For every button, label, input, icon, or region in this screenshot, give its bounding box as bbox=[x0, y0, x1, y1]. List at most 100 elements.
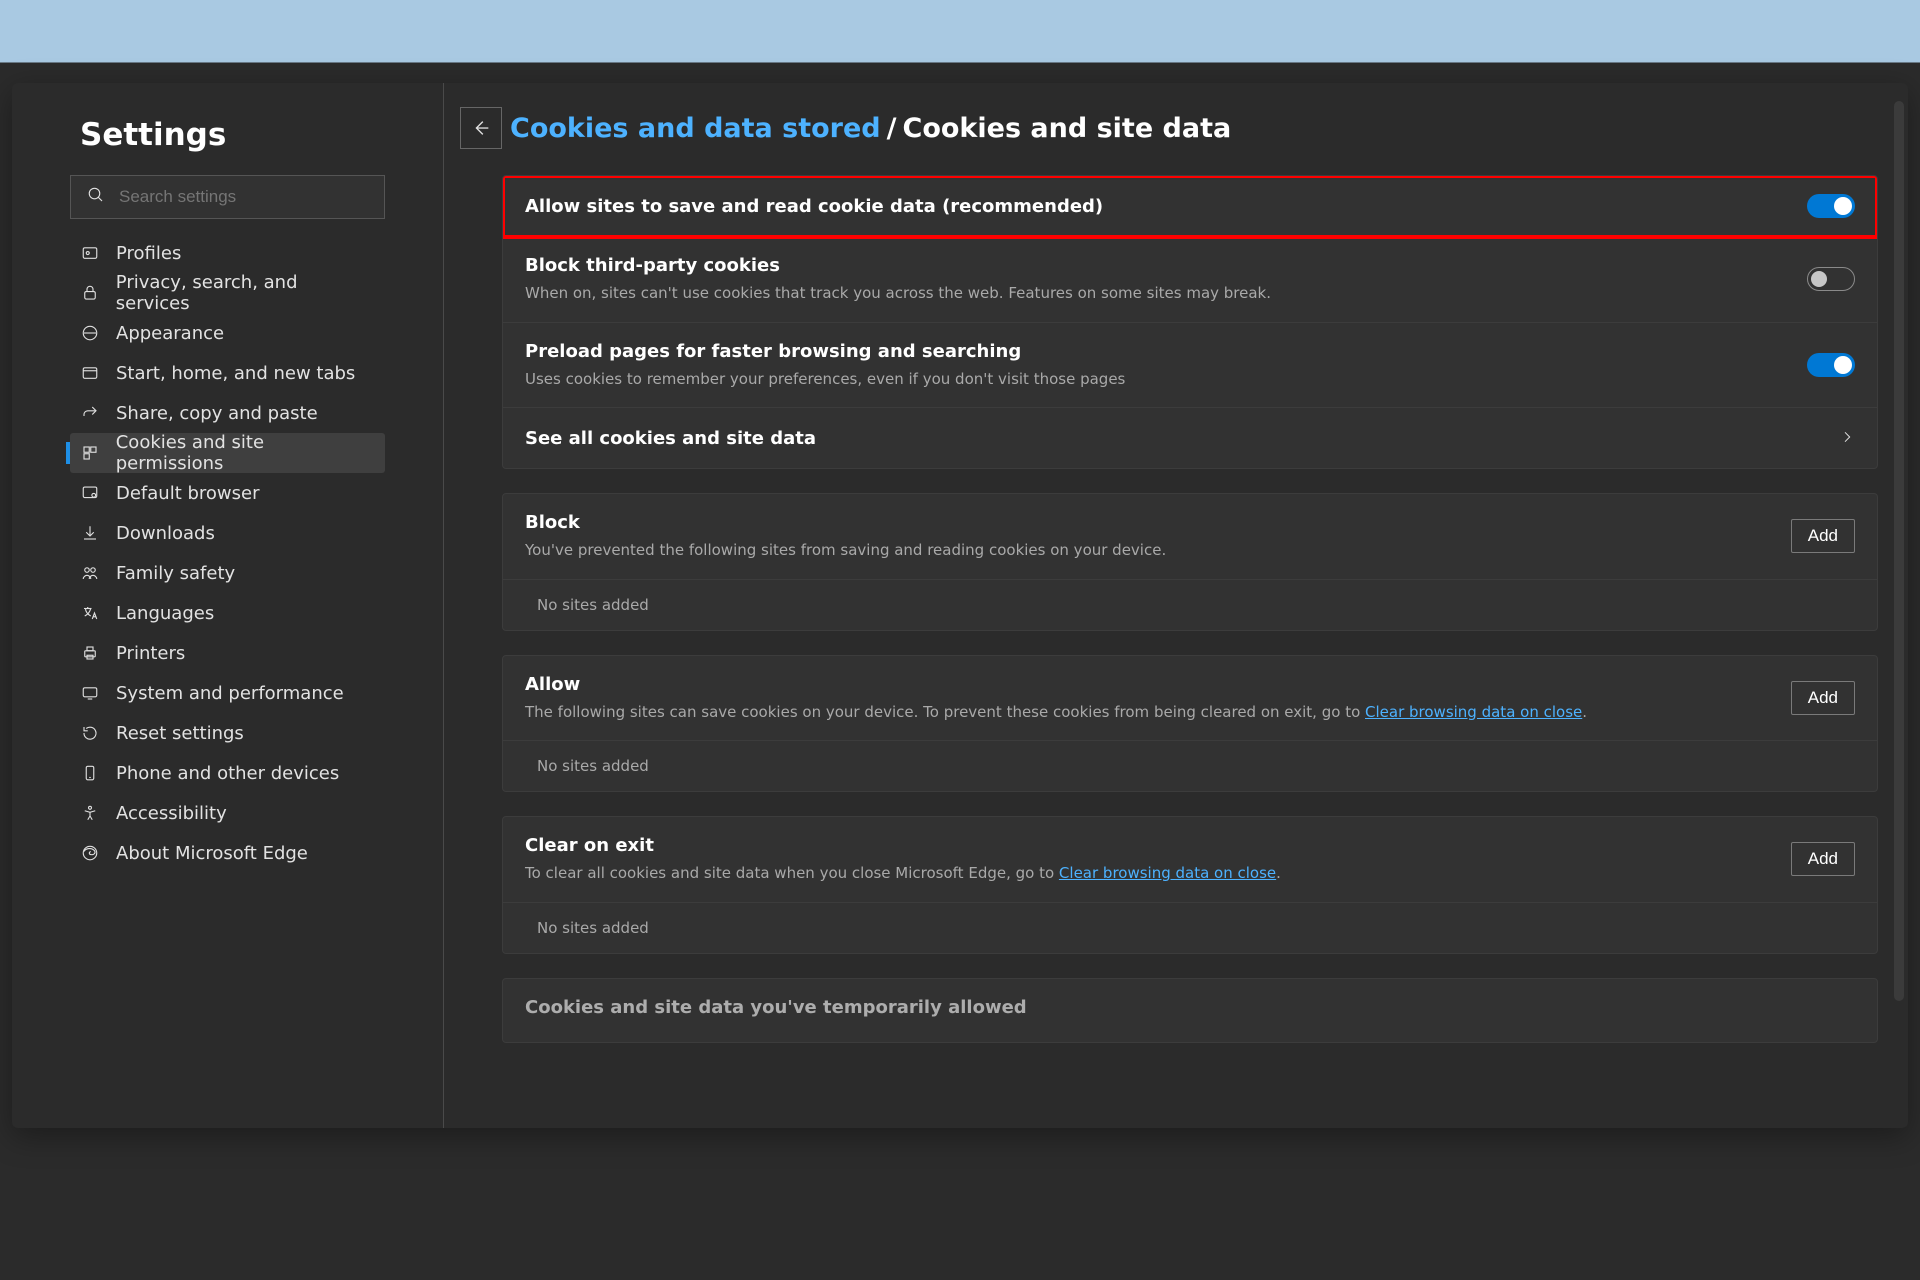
sidebar-item-appearance[interactable]: Appearance bbox=[70, 313, 385, 353]
allow-section: Allow The following sites can save cooki… bbox=[502, 655, 1878, 793]
sidebar-item-label: Cookies and site permissions bbox=[116, 432, 375, 474]
clear-desc-post: . bbox=[1276, 864, 1281, 882]
preload-row: Preload pages for faster browsing and se… bbox=[503, 323, 1877, 409]
sidebar-nav: Profiles Privacy, search, and services A… bbox=[70, 233, 385, 873]
sidebar-item-printers[interactable]: Printers bbox=[70, 633, 385, 673]
accessibility-icon bbox=[76, 804, 104, 822]
clear-desc-pre: To clear all cookies and site data when … bbox=[525, 864, 1059, 882]
cookies-icon bbox=[76, 444, 104, 462]
back-button[interactable] bbox=[460, 107, 502, 149]
tabs-icon bbox=[76, 364, 104, 382]
clear-add-button[interactable]: Add bbox=[1791, 842, 1855, 876]
block-third-desc: When on, sites can't use cookies that tr… bbox=[525, 284, 1807, 304]
see-all-cookies-row[interactable]: See all cookies and site data bbox=[503, 408, 1877, 468]
sidebar-item-share[interactable]: Share, copy and paste bbox=[70, 393, 385, 433]
sidebar-item-phone[interactable]: Phone and other devices bbox=[70, 753, 385, 793]
sidebar-item-label: Profiles bbox=[116, 243, 181, 264]
sidebar-item-profiles[interactable]: Profiles bbox=[70, 233, 385, 273]
sidebar-item-label: Languages bbox=[116, 603, 214, 624]
allow-cookies-title: Allow sites to save and read cookie data… bbox=[525, 196, 1807, 217]
download-icon bbox=[76, 524, 104, 542]
allow-empty: No sites added bbox=[503, 741, 1877, 791]
allow-cookies-toggle[interactable] bbox=[1807, 194, 1855, 218]
reset-icon bbox=[76, 724, 104, 742]
sidebar: Settings Profiles Privacy, search, and s… bbox=[12, 83, 444, 1128]
cookie-options-panel: Allow sites to save and read cookie data… bbox=[502, 175, 1878, 469]
preload-toggle[interactable] bbox=[1807, 353, 1855, 377]
block-add-button[interactable]: Add bbox=[1791, 519, 1855, 553]
sidebar-item-family[interactable]: Family safety bbox=[70, 553, 385, 593]
allow-desc-pre: The following sites can save cookies on … bbox=[525, 703, 1365, 721]
clear-desc-link[interactable]: Clear browsing data on close bbox=[1059, 864, 1276, 882]
sidebar-item-start[interactable]: Start, home, and new tabs bbox=[70, 353, 385, 393]
allow-title: Allow bbox=[525, 674, 1791, 695]
system-icon bbox=[76, 684, 104, 702]
preload-desc: Uses cookies to remember your preference… bbox=[525, 370, 1807, 390]
edge-settings-window: Settings Profiles Privacy, search, and s… bbox=[12, 83, 1908, 1128]
allow-desc-link[interactable]: Clear browsing data on close bbox=[1365, 703, 1582, 721]
back-arrow-icon bbox=[470, 117, 492, 139]
sidebar-item-label: Family safety bbox=[116, 563, 235, 584]
sidebar-item-languages[interactable]: Languages bbox=[70, 593, 385, 633]
sidebar-item-system[interactable]: System and performance bbox=[70, 673, 385, 713]
search-icon bbox=[71, 186, 119, 208]
screenshot-viewport: Settings Profiles Privacy, search, and s… bbox=[0, 0, 1920, 1280]
sidebar-item-about[interactable]: About Microsoft Edge bbox=[70, 833, 385, 873]
clear-title: Clear on exit bbox=[525, 835, 1791, 856]
allow-cookies-row: Allow sites to save and read cookie data… bbox=[503, 176, 1877, 237]
block-header-row: Block You've prevented the following sit… bbox=[503, 494, 1877, 580]
clear-desc: To clear all cookies and site data when … bbox=[525, 864, 1791, 884]
block-empty: No sites added bbox=[503, 580, 1877, 630]
sidebar-item-label: Phone and other devices bbox=[116, 763, 339, 784]
content-scrollbar[interactable] bbox=[1894, 101, 1904, 1001]
sidebar-item-label: Start, home, and new tabs bbox=[116, 363, 355, 384]
breadcrumb-sep: / bbox=[887, 113, 897, 144]
appearance-icon bbox=[76, 324, 104, 342]
sidebar-item-accessibility[interactable]: Accessibility bbox=[70, 793, 385, 833]
sidebar-item-label: Accessibility bbox=[116, 803, 227, 824]
printer-icon bbox=[76, 644, 104, 662]
block-title: Block bbox=[525, 512, 1791, 533]
allow-add-button[interactable]: Add bbox=[1791, 681, 1855, 715]
block-third-party-row: Block third-party cookies When on, sites… bbox=[503, 237, 1877, 323]
clear-header-row: Clear on exit To clear all cookies and s… bbox=[503, 817, 1877, 903]
breadcrumb-current: Cookies and site data bbox=[903, 113, 1232, 144]
edge-icon bbox=[76, 844, 104, 862]
clear-empty: No sites added bbox=[503, 903, 1877, 953]
sidebar-item-reset[interactable]: Reset settings bbox=[70, 713, 385, 753]
profiles-icon bbox=[76, 244, 104, 262]
browser-icon bbox=[76, 484, 104, 502]
temp-allowed-row: Cookies and site data you've temporarily… bbox=[503, 979, 1877, 1042]
sidebar-item-label: Downloads bbox=[116, 523, 215, 544]
temp-allowed-title: Cookies and site data you've temporarily… bbox=[525, 997, 1855, 1018]
share-icon bbox=[76, 404, 104, 422]
sidebar-item-privacy[interactable]: Privacy, search, and services bbox=[70, 273, 385, 313]
allow-desc-post: . bbox=[1582, 703, 1587, 721]
search-input[interactable] bbox=[119, 187, 384, 207]
block-third-toggle[interactable] bbox=[1807, 267, 1855, 291]
lock-icon bbox=[76, 284, 104, 302]
temp-allowed-section: Cookies and site data you've temporarily… bbox=[502, 978, 1878, 1043]
sidebar-item-label: Share, copy and paste bbox=[116, 403, 318, 424]
search-input-container[interactable] bbox=[70, 175, 385, 219]
sidebar-item-label: Reset settings bbox=[116, 723, 244, 744]
sidebar-item-downloads[interactable]: Downloads bbox=[70, 513, 385, 553]
language-icon bbox=[76, 604, 104, 622]
chevron-right-icon bbox=[1839, 426, 1855, 450]
block-third-title: Block third-party cookies bbox=[525, 255, 1807, 276]
sidebar-item-default-browser[interactable]: Default browser bbox=[70, 473, 385, 513]
settings-heading: Settings bbox=[70, 117, 385, 153]
breadcrumb-link[interactable]: Cookies and data stored bbox=[510, 113, 881, 144]
preload-title: Preload pages for faster browsing and se… bbox=[525, 341, 1807, 362]
block-desc: You've prevented the following sites fro… bbox=[525, 541, 1791, 561]
sidebar-item-label: Privacy, search, and services bbox=[116, 272, 375, 314]
sidebar-item-label: About Microsoft Edge bbox=[116, 843, 308, 864]
clear-on-exit-section: Clear on exit To clear all cookies and s… bbox=[502, 816, 1878, 954]
see-all-title: See all cookies and site data bbox=[525, 428, 1839, 449]
main-content: Cookies and data stored / Cookies and si… bbox=[444, 83, 1908, 1128]
sidebar-item-cookies[interactable]: Cookies and site permissions bbox=[70, 433, 385, 473]
allow-header-row: Allow The following sites can save cooki… bbox=[503, 656, 1877, 742]
allow-desc: The following sites can save cookies on … bbox=[525, 703, 1791, 723]
block-section: Block You've prevented the following sit… bbox=[502, 493, 1878, 631]
sidebar-item-label: Default browser bbox=[116, 483, 260, 504]
